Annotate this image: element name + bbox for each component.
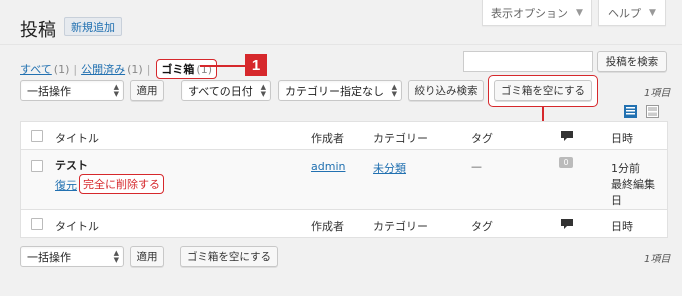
select-all-checkbox-footer[interactable] bbox=[31, 218, 43, 230]
filter-button[interactable]: 絞り込み検索 bbox=[408, 80, 484, 101]
author-link[interactable]: admin bbox=[311, 160, 345, 173]
chevron-down-icon: ▼ bbox=[576, 7, 583, 18]
list-view-icon[interactable] bbox=[624, 105, 637, 118]
row-checkbox[interactable] bbox=[31, 160, 43, 172]
status-filter-links: すべて (1) | 公開済み (1) | ゴミ箱 (1) bbox=[20, 59, 218, 79]
select-arrows-icon: ▲ ▼ bbox=[391, 83, 397, 98]
column-author-footer: 作成者 bbox=[311, 220, 344, 233]
date-filter-select[interactable]: すべての日付 ▲ ▼ bbox=[181, 80, 271, 101]
items-count: 1項目 bbox=[644, 88, 671, 99]
bulk-action-value: 一括操作 bbox=[27, 84, 71, 98]
date-filter-value: すべての日付 bbox=[188, 84, 253, 98]
callout-line-1 bbox=[200, 65, 245, 67]
table-row: テスト 復元 完全に削除する admin 未分類 — 0 1分前 最終編集 日 bbox=[21, 150, 667, 209]
excerpt-view-icon[interactable] bbox=[646, 105, 659, 118]
posts-table: タイトル 作成者 カテゴリー タグ 日時 テスト 復元 完全に削除する admi… bbox=[20, 121, 668, 238]
post-title: テスト bbox=[55, 159, 88, 172]
help-label: ヘルプ bbox=[608, 6, 642, 20]
column-title[interactable]: タイトル bbox=[55, 130, 99, 146]
category-filter-select[interactable]: カテゴリー指定なし ▲ ▼ bbox=[278, 80, 402, 101]
bulk-action-value: 一括操作 bbox=[27, 250, 71, 264]
category-link[interactable]: 未分類 bbox=[373, 160, 406, 176]
column-tags: タグ bbox=[471, 132, 493, 145]
divider bbox=[0, 44, 682, 45]
callout-badge-1: 1 bbox=[245, 54, 267, 76]
help-button[interactable]: ヘルプ ▼ bbox=[598, 0, 666, 26]
search-input[interactable] bbox=[463, 51, 593, 72]
date-relative: 1分前 bbox=[611, 162, 640, 175]
table-footer: タイトル 作成者 カテゴリー タグ 日時 bbox=[21, 209, 667, 237]
add-new-button[interactable]: 新規追加 bbox=[64, 17, 122, 36]
select-arrows-icon: ▲ ▼ bbox=[113, 249, 119, 264]
filter-all-count: (1) bbox=[53, 62, 70, 76]
tags-value: — bbox=[471, 160, 482, 173]
search-posts-button[interactable]: 投稿を検索 bbox=[597, 51, 667, 72]
filter-trash-label: ゴミ箱 bbox=[161, 63, 195, 76]
comment-icon[interactable] bbox=[561, 131, 573, 141]
filter-published-link[interactable]: 公開済み bbox=[81, 61, 125, 77]
select-arrows-icon: ▲ ▼ bbox=[113, 83, 119, 98]
date-status-cont: 日 bbox=[611, 194, 622, 207]
page-title: 投稿 bbox=[20, 20, 56, 41]
apply-button[interactable]: 適用 bbox=[130, 80, 164, 101]
restore-link[interactable]: 復元 bbox=[55, 177, 77, 193]
filter-all-link[interactable]: すべて bbox=[20, 61, 52, 77]
apply-button-bottom[interactable]: 適用 bbox=[130, 246, 164, 267]
delete-permanently-link[interactable]: 完全に削除する bbox=[79, 174, 164, 194]
column-title-footer[interactable]: タイトル bbox=[55, 218, 99, 234]
screen-options-button[interactable]: 表示オプション ▼ bbox=[482, 0, 592, 26]
column-tags-footer: タグ bbox=[471, 220, 493, 233]
empty-trash-button[interactable]: ゴミ箱を空にする bbox=[494, 80, 592, 101]
column-author: 作成者 bbox=[311, 132, 344, 145]
column-date-footer[interactable]: 日時 bbox=[611, 218, 633, 234]
filter-trash-link[interactable]: ゴミ箱 (1) bbox=[156, 59, 218, 79]
column-categories-footer: カテゴリー bbox=[373, 220, 428, 233]
bulk-action-select-bottom[interactable]: 一括操作 ▲ ▼ bbox=[20, 246, 124, 267]
table-header: タイトル 作成者 カテゴリー タグ 日時 bbox=[21, 122, 667, 150]
filter-published-count: (1) bbox=[127, 62, 143, 76]
select-all-checkbox[interactable] bbox=[31, 130, 43, 142]
column-date[interactable]: 日時 bbox=[611, 130, 633, 146]
screen-options-label: 表示オプション bbox=[491, 6, 569, 20]
empty-trash-button-bottom[interactable]: ゴミ箱を空にする bbox=[180, 246, 278, 267]
comment-count-bubble: 0 bbox=[559, 157, 573, 168]
bulk-action-select[interactable]: 一括操作 ▲ ▼ bbox=[20, 80, 124, 101]
date-status: 最終編集 bbox=[611, 178, 655, 191]
category-filter-value: カテゴリー指定なし bbox=[285, 84, 384, 98]
items-count-bottom: 1項目 bbox=[644, 254, 671, 265]
column-categories: カテゴリー bbox=[373, 132, 428, 145]
select-arrows-icon: ▲ ▼ bbox=[260, 83, 266, 98]
comment-icon[interactable] bbox=[561, 219, 573, 229]
chevron-down-icon: ▼ bbox=[649, 7, 656, 18]
